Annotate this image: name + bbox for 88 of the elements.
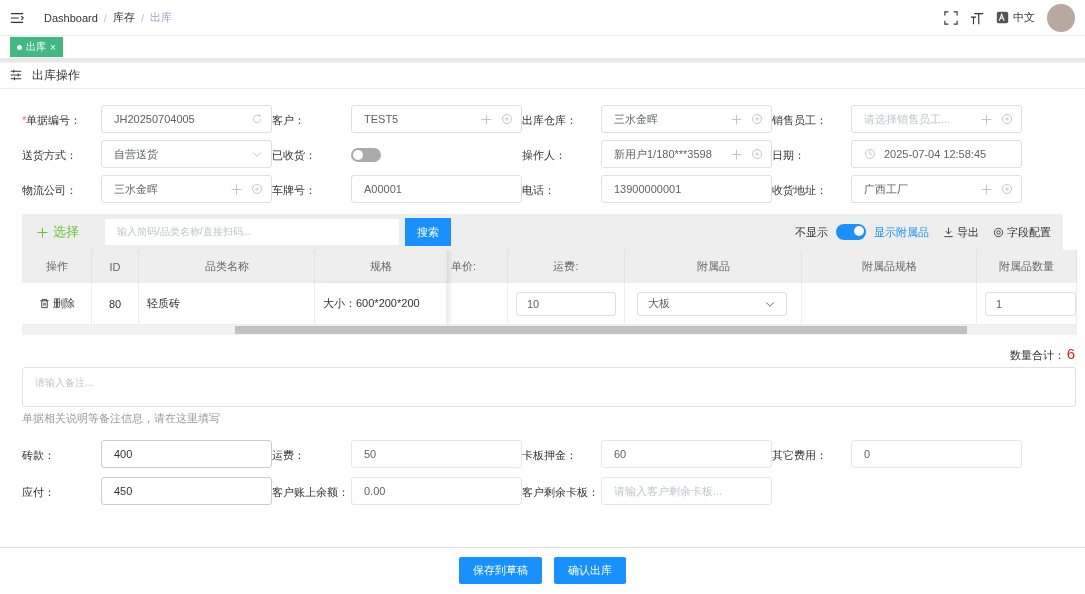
- picker-field[interactable]: 广西工厂: [851, 175, 1022, 203]
- breadcrumb-separator: /: [103, 11, 107, 24]
- plus-icon[interactable]: [980, 112, 993, 126]
- horizontal-scrollbar[interactable]: [22, 325, 1077, 335]
- remark-hint: 单据相关说明等备注信息，请在这里填写: [22, 412, 221, 426]
- language-label[interactable]: 中文: [1013, 10, 1035, 25]
- field-label: 出库仓库：: [522, 112, 578, 128]
- toggle-off-label: 不显示: [795, 224, 828, 240]
- input-field[interactable]: JH20250704005: [101, 105, 272, 133]
- input-field[interactable]: 10: [516, 291, 616, 316]
- plus-icon[interactable]: [730, 147, 743, 161]
- field-label: 日期：: [772, 147, 806, 163]
- column-header: 附属品: [625, 250, 802, 283]
- field-label: 客户：: [272, 112, 306, 128]
- table-cell: 轻质砖: [139, 283, 315, 325]
- menu-icon[interactable]: [10, 10, 24, 25]
- delete-button[interactable]: 删除: [38, 296, 75, 311]
- plus-icon[interactable]: [980, 182, 993, 196]
- picker-field[interactable]: 三水金晖: [601, 105, 772, 133]
- field-config-button[interactable]: 字段配置: [993, 224, 1051, 240]
- picker-field[interactable]: 新用户1/180***3598: [601, 140, 772, 168]
- date-field[interactable]: 2025-07-04 12:58:45: [851, 140, 1022, 168]
- clear-icon[interactable]: [1001, 183, 1013, 195]
- table-cell: 80: [92, 283, 139, 325]
- section-title: 出库操作: [32, 66, 80, 84]
- translate-icon[interactable]: [996, 11, 1009, 24]
- column-header: ID: [92, 250, 139, 283]
- input-field[interactable]: 450: [101, 477, 272, 505]
- input-field[interactable]: 400: [101, 440, 272, 468]
- clock-icon: [864, 148, 876, 160]
- field-label: 操作人：: [522, 147, 567, 163]
- field-label: 销售员工：: [772, 112, 828, 128]
- export-button[interactable]: 导出: [943, 224, 979, 240]
- trash-icon: [38, 298, 50, 309]
- fullscreen-icon[interactable]: [944, 10, 958, 25]
- input-field[interactable]: 13900000001: [601, 175, 772, 203]
- field-label: 其它费用：: [772, 447, 828, 463]
- clear-icon[interactable]: [751, 113, 763, 125]
- plus-icon[interactable]: [480, 112, 493, 126]
- download-icon: [943, 226, 954, 238]
- column-header: 运费:: [508, 250, 625, 283]
- total-label: 数量合计：: [1009, 348, 1065, 363]
- field-label: 运费：: [272, 447, 306, 463]
- field-label: 已收货：: [272, 147, 317, 163]
- clear-icon[interactable]: [1001, 113, 1013, 125]
- input-field[interactable]: 1: [985, 291, 1076, 316]
- avatar[interactable]: [1047, 3, 1075, 32]
- toggle-switch[interactable]: [836, 224, 866, 240]
- font-size-icon[interactable]: [970, 10, 984, 25]
- clear-icon[interactable]: [251, 183, 263, 195]
- plus-icon[interactable]: [730, 112, 743, 126]
- sliders-icon: [10, 69, 22, 81]
- field-label: 客户账上余额：: [272, 484, 350, 500]
- column-header: 品类名称: [139, 250, 315, 283]
- refresh-icon[interactable]: [251, 113, 263, 125]
- field-label: 电话：: [522, 182, 556, 198]
- column-header: 单价:: [447, 250, 508, 283]
- field-label: 送货方式：: [22, 147, 78, 163]
- select-field[interactable]: 大板: [637, 291, 787, 316]
- column-header: 操作: [22, 250, 92, 283]
- field-label: 客户剩余卡板：: [522, 484, 600, 500]
- total-value: 6: [1066, 345, 1075, 362]
- input-field[interactable]: A00001: [351, 175, 522, 203]
- picker-field[interactable]: 三水金晖: [101, 175, 272, 203]
- field-label: 卡板押金：: [522, 447, 578, 463]
- field-label: *单据编号：: [22, 112, 83, 128]
- clear-icon[interactable]: [751, 148, 763, 160]
- breadcrumb-item[interactable]: Dashboard: [44, 11, 98, 24]
- select-field[interactable]: 自营送货: [101, 140, 272, 168]
- breadcrumb-item[interactable]: 库存: [112, 10, 135, 25]
- column-header: 附属品数量: [977, 250, 1077, 283]
- gear-icon: [993, 226, 1004, 238]
- field-label: 物流公司：: [22, 182, 78, 198]
- clear-icon[interactable]: [501, 113, 513, 125]
- plus-icon: [36, 225, 49, 239]
- field-label: 车牌号：: [272, 182, 317, 198]
- breadcrumb-item: 出库: [149, 10, 172, 25]
- column-header: 附属品规格: [802, 250, 977, 283]
- table-cell: 大小：600*200*200: [315, 283, 447, 325]
- field-label: 收货地址：: [772, 182, 828, 198]
- plus-icon[interactable]: [230, 182, 243, 196]
- toggle-switch[interactable]: [351, 148, 381, 162]
- breadcrumb-separator: /: [140, 11, 144, 24]
- field-label: 应付：: [22, 484, 56, 500]
- picker-field[interactable]: TEST5: [351, 105, 522, 133]
- column-header: 规格: [315, 250, 447, 283]
- field-label: 砖款：: [22, 447, 56, 463]
- toggle-on-label: 显示附属品: [874, 224, 929, 240]
